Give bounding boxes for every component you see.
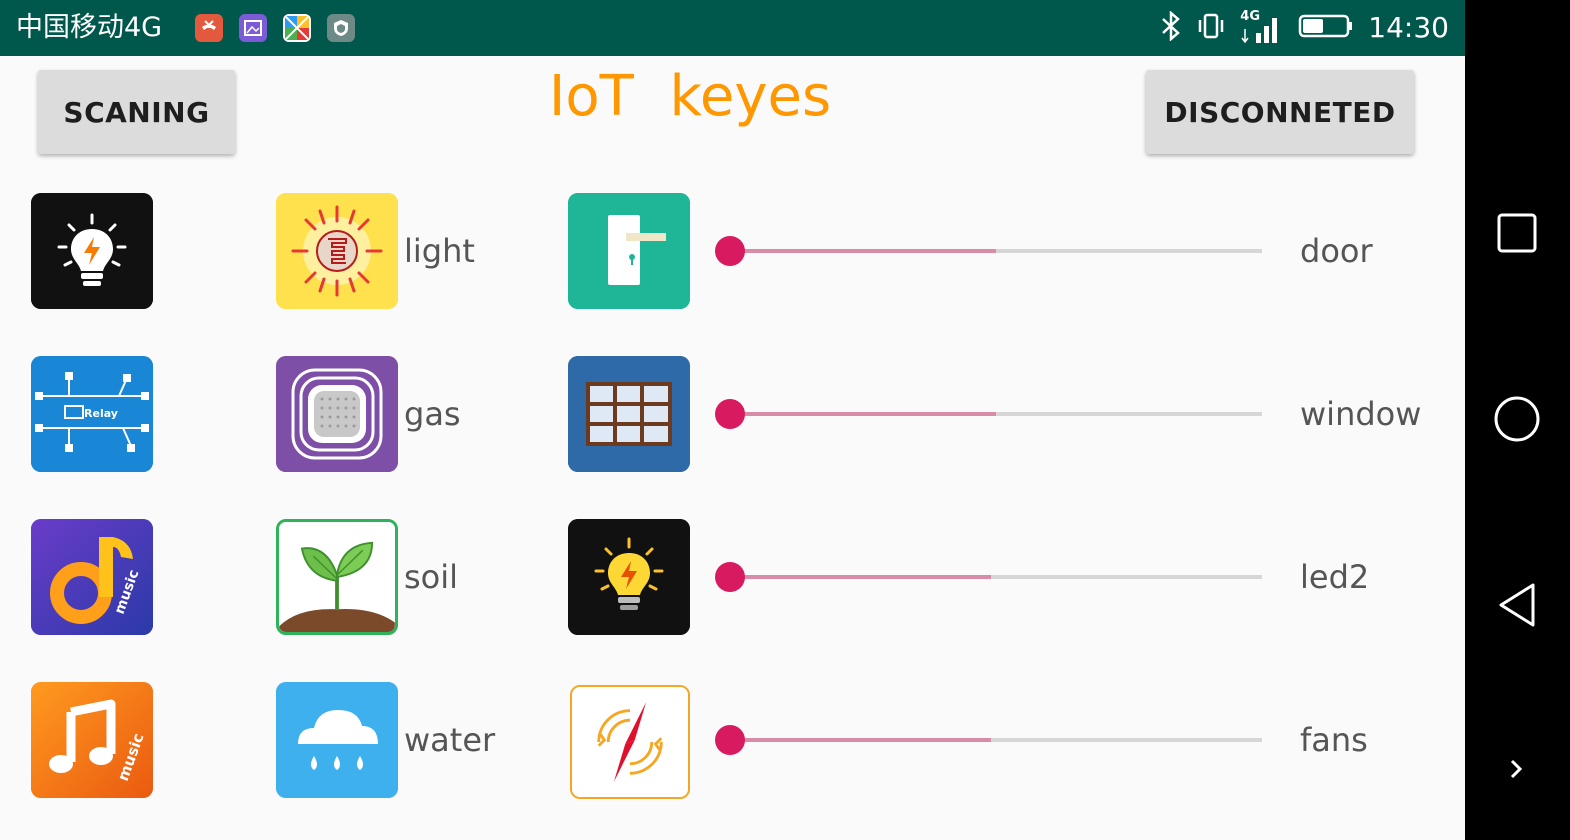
- door-slider[interactable]: [715, 231, 1262, 271]
- back-triangle-icon: [1499, 583, 1535, 627]
- light-sensor-icon: [276, 193, 398, 309]
- bulb-icon: [31, 193, 153, 309]
- light-label: light: [404, 232, 475, 270]
- back-button[interactable]: [1491, 579, 1543, 631]
- water-sensor-tile[interactable]: [276, 682, 398, 798]
- relay-text: Relay: [84, 407, 118, 420]
- gas-sensor-icon: [276, 356, 398, 472]
- chevron-right-icon: [1510, 759, 1523, 779]
- carrier-label: 中国移动4G: [16, 12, 163, 43]
- relay-icon: Relay: [31, 356, 153, 472]
- fans-slider[interactable]: [715, 720, 1262, 760]
- window-button[interactable]: [568, 356, 690, 472]
- circle-icon: [1494, 396, 1540, 442]
- app-title: IoT keyes: [548, 64, 832, 129]
- music-icon: music: [31, 682, 153, 798]
- recents-button[interactable]: [1491, 207, 1543, 259]
- bluetooth-icon: [1160, 10, 1182, 45]
- slider-fill: [730, 575, 991, 579]
- led-bulb-icon: [568, 519, 690, 635]
- soil-sensor-tile[interactable]: [276, 519, 398, 635]
- led2-button[interactable]: [568, 519, 690, 635]
- music-note-button[interactable]: music: [31, 519, 153, 635]
- window-label: window: [1300, 395, 1422, 433]
- navigation-bar: [1465, 0, 1570, 840]
- soil-sensor-icon: [279, 522, 395, 632]
- battery-icon: [1298, 13, 1354, 43]
- gas-label: gas: [404, 395, 461, 433]
- play-store-icon: [283, 14, 311, 42]
- relay-button[interactable]: Relay: [31, 356, 153, 472]
- home-button[interactable]: [1491, 393, 1543, 445]
- clock: 14:30: [1368, 11, 1449, 44]
- door-icon: [568, 193, 690, 309]
- slider-thumb[interactable]: [715, 399, 745, 429]
- fans-label: fans: [1300, 721, 1368, 759]
- slider-fill: [730, 738, 991, 742]
- led2-slider[interactable]: [715, 557, 1262, 597]
- slider-thumb[interactable]: [715, 725, 745, 755]
- security-icon: [327, 14, 355, 42]
- vibrate-icon: [1196, 11, 1226, 45]
- fans-button[interactable]: [570, 685, 690, 799]
- slider-fill: [730, 249, 996, 253]
- gallery-icon: [239, 14, 267, 42]
- notification-icons: [195, 14, 355, 42]
- fan-icon: [572, 687, 688, 797]
- status-bar: 中国移动4G 4G 14:30: [0, 0, 1465, 56]
- door-button[interactable]: [568, 193, 690, 309]
- disconnect-button[interactable]: DISCONNETED: [1146, 70, 1414, 154]
- square-icon: [1497, 213, 1537, 253]
- light-sensor-tile[interactable]: [276, 193, 398, 309]
- slider-thumb[interactable]: [715, 562, 745, 592]
- soil-label: soil: [404, 558, 459, 596]
- slider-fill: [730, 412, 996, 416]
- music-note-icon: music: [31, 519, 153, 635]
- expand-button[interactable]: [1491, 743, 1543, 795]
- scan-button[interactable]: SCANING: [38, 70, 235, 154]
- gas-sensor-tile[interactable]: [276, 356, 398, 472]
- window-slider[interactable]: [715, 394, 1262, 434]
- water-sensor-icon: [276, 682, 398, 798]
- signal-icon: 4G: [1240, 9, 1284, 45]
- water-label: water: [404, 721, 496, 759]
- led2-label: led2: [1300, 558, 1370, 596]
- window-icon: [568, 356, 690, 472]
- missed-call-icon: [195, 14, 223, 42]
- status-icons: 4G 14:30: [1160, 9, 1449, 46]
- bulb-button[interactable]: [31, 193, 153, 309]
- door-label: door: [1300, 232, 1373, 270]
- slider-thumb[interactable]: [715, 236, 745, 266]
- music-button[interactable]: music: [31, 682, 153, 798]
